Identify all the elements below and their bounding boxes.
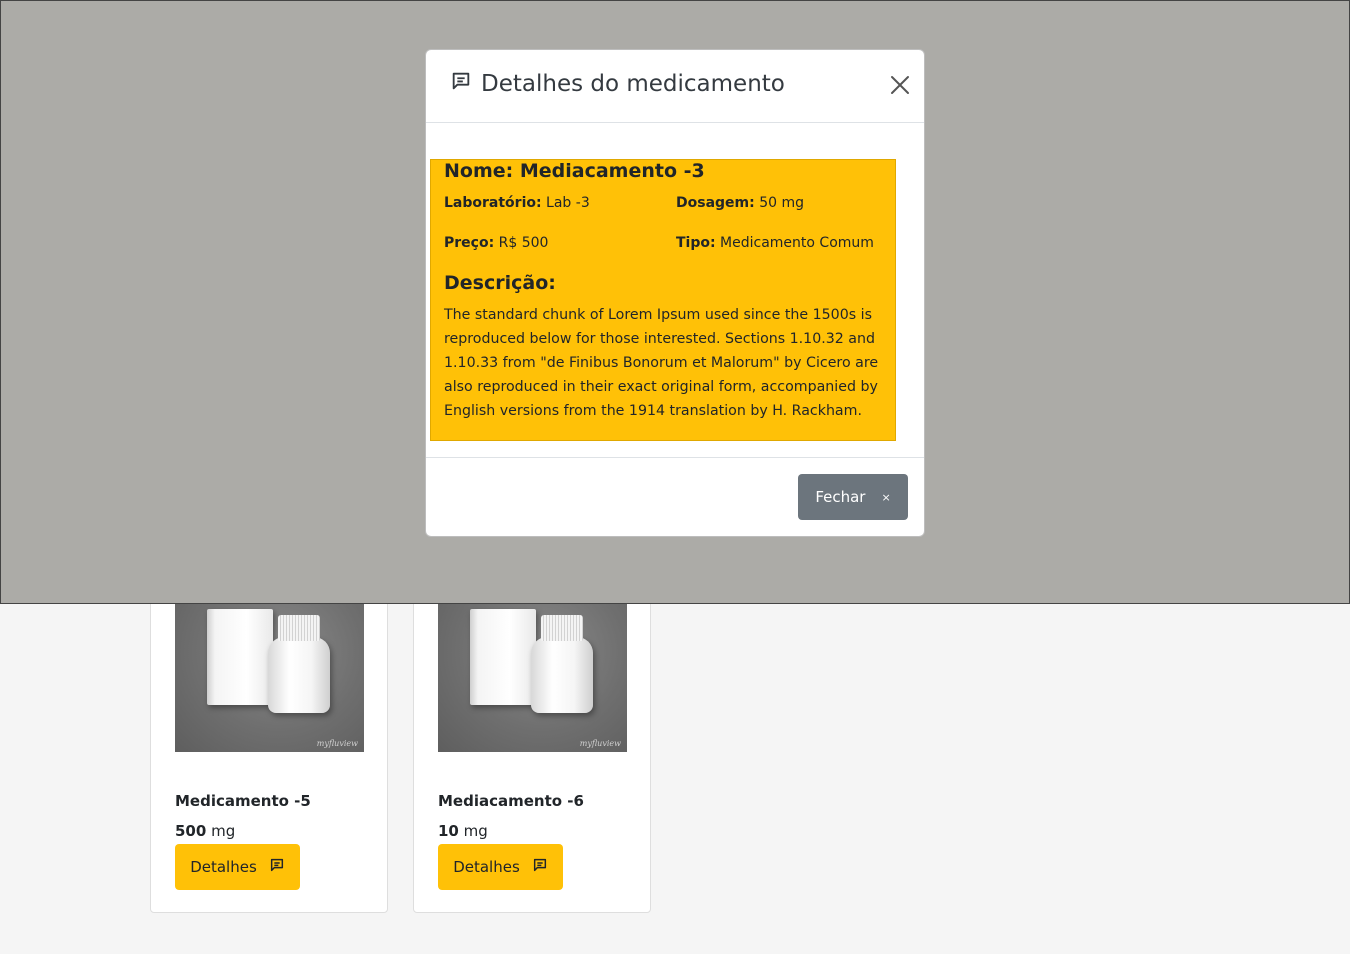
details-button[interactable]: Detalhes [175, 844, 300, 890]
message-square-icon [532, 857, 548, 877]
medicine-details-modal: Detalhes do medicamento Nome: Mediacamen… [425, 49, 925, 537]
laboratory-value: Lab -3 [546, 195, 590, 211]
price-label: Preço: [444, 235, 495, 251]
medicine-name: Nome: Mediacamento -3 [444, 160, 705, 182]
medicine-bottle-shape [531, 637, 593, 713]
type-label: Tipo: [676, 235, 716, 251]
dosage-unit: mg [211, 822, 236, 840]
laboratory-label: Laboratório: [444, 195, 542, 211]
product-dosage: 10 mg [438, 822, 488, 840]
price-field: Preço: R$ 500 [444, 235, 548, 251]
bottle-cap-shape [541, 615, 583, 641]
close-small-icon: × [881, 490, 891, 504]
image-watermark: myfluview [579, 739, 621, 748]
close-button[interactable]: Fechar × [798, 474, 908, 520]
modal-title: Detalhes do medicamento [450, 70, 785, 98]
type-value: Medicamento Comum [720, 235, 874, 251]
name-label: Nome: [444, 160, 514, 182]
dosage-unit: mg [463, 822, 488, 840]
product-name: Mediacamento -6 [438, 792, 584, 810]
details-button-label: Detalhes [190, 858, 257, 876]
dosage-label: Dosagem: [676, 195, 755, 211]
product-image: myfluview [438, 585, 627, 752]
type-field: Tipo: Medicamento Comum [676, 235, 874, 251]
product-dosage: 500 mg [175, 822, 235, 840]
product-image: myfluview [175, 585, 364, 752]
dosage-field: Dosagem: 50 mg [676, 195, 804, 211]
message-square-icon [269, 857, 285, 877]
medicine-bottle-shape [268, 637, 330, 713]
message-square-icon [450, 70, 472, 98]
dosage-value: 10 [438, 822, 459, 840]
dosage-value: 50 mg [759, 195, 804, 211]
laboratory-field: Laboratório: Lab -3 [444, 195, 590, 211]
medicine-box-shape [207, 609, 273, 705]
modal-header: Detalhes do medicamento [426, 50, 924, 123]
modal-footer: Fechar × [426, 457, 924, 536]
product-name: Medicamento -5 [175, 792, 311, 810]
price-value: R$ 500 [498, 235, 549, 251]
name-value: Mediacamento -3 [519, 160, 705, 182]
description-title: Descrição: [444, 272, 556, 294]
medicine-box-shape [470, 609, 536, 705]
details-button[interactable]: Detalhes [438, 844, 563, 890]
close-icon[interactable] [888, 74, 912, 98]
bottle-cap-shape [278, 615, 320, 641]
image-watermark: myfluview [316, 739, 358, 748]
details-button-label: Detalhes [453, 858, 520, 876]
close-button-label: Fechar [815, 488, 866, 506]
medicine-info-panel: Nome: Mediacamento -3 Laboratório: Lab -… [430, 159, 896, 441]
modal-title-text: Detalhes do medicamento [481, 71, 785, 97]
dosage-value: 500 [175, 822, 207, 840]
description-text: The standard chunk of Lorem Ipsum used s… [444, 307, 879, 419]
